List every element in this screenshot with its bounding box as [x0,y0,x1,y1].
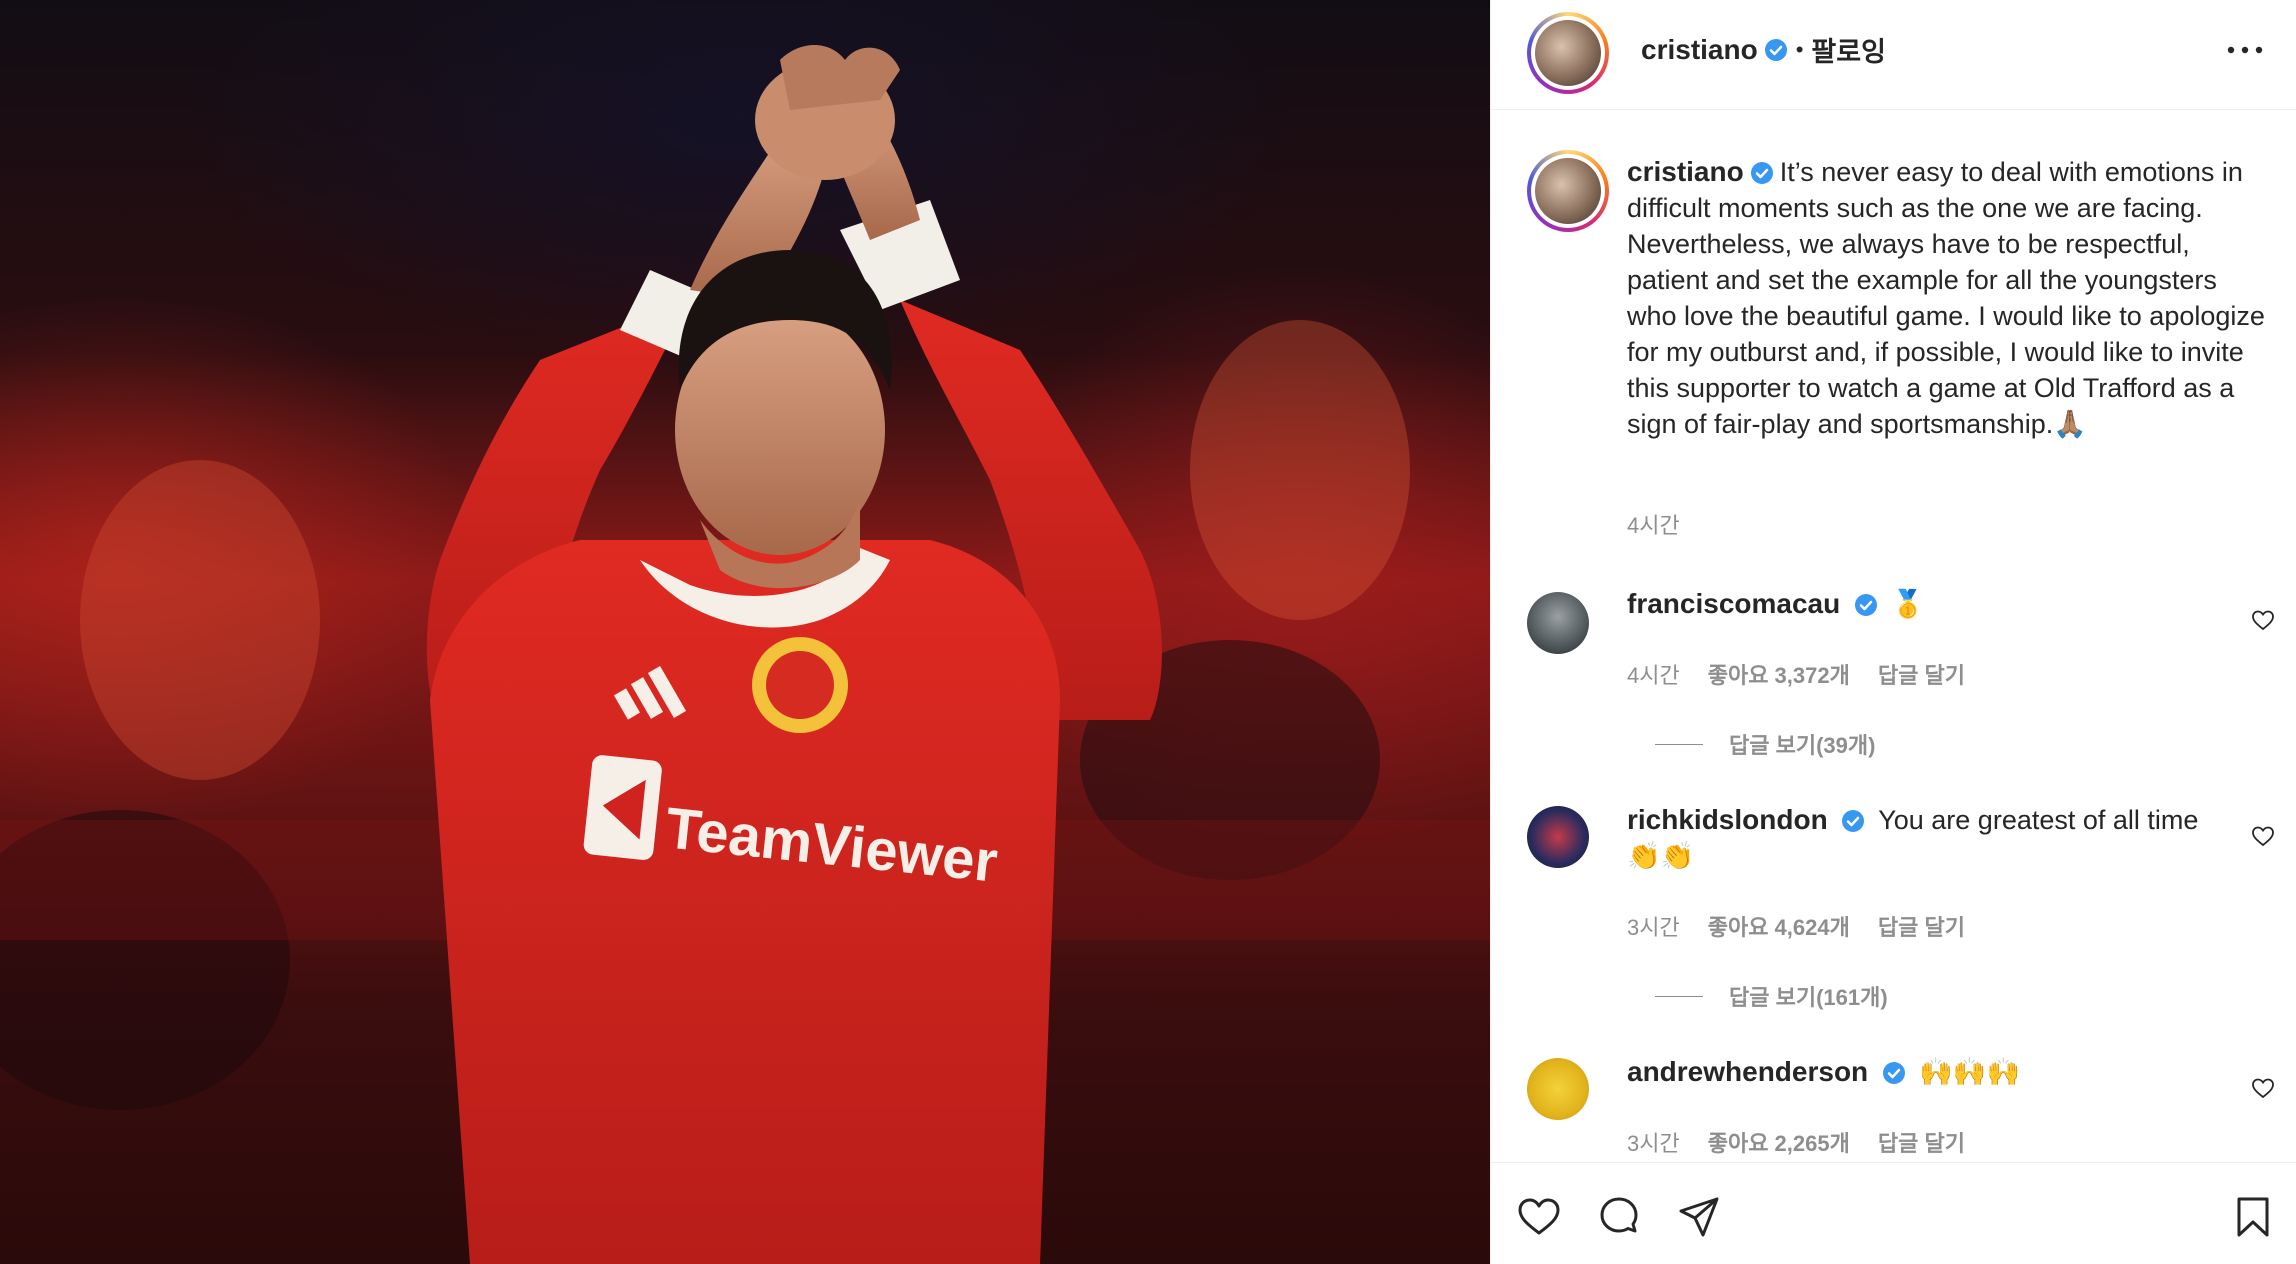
post-timestamp[interactable]: 4시간 [1627,508,1680,540]
caption-text-block: cristiano It’s never easy to deal with e… [1627,154,2267,442]
comment-time[interactable]: 4시간 [1627,658,1680,690]
comment-username[interactable]: andrewhenderson [1627,1056,1868,1087]
verified-badge-icon [1764,38,1787,61]
verified-badge-icon [1882,1062,1905,1084]
player-illustration: TeamViewer [0,45,1490,1264]
author-username[interactable]: cristiano [1641,34,1758,66]
comment-meta: 4시간 좋아요 3,372개 답글 달기 [1627,658,1965,690]
comment-username[interactable]: franciscomacau [1627,588,1840,619]
instagram-post: TeamViewer cristiano • 팔로잉 cristiano It’… [0,0,2296,1264]
view-replies-label: 답글 보기(39개) [1729,733,1876,758]
comment-like-heart-icon[interactable] [2251,1076,2275,1100]
comment-avatar[interactable] [1527,1058,1589,1120]
caption-body: It’s never easy to deal with emotions in… [1627,157,2265,439]
comment-body: franciscomacau 🥇 [1627,586,2217,622]
post-header: cristiano • 팔로잉 [1491,0,2296,110]
comment-avatar[interactable] [1527,592,1589,654]
replies-divider [1655,995,1703,997]
comment-reply-button[interactable]: 답글 달기 [1878,910,1965,942]
comment-likes[interactable]: 좋아요 2,265개 [1708,1126,1850,1158]
view-replies-button[interactable]: 답글 보기(39개) [1655,728,1875,760]
header-separator: • [1795,36,1804,62]
comment-body: andrewhenderson 🙌🙌🙌 [1627,1054,2217,1090]
verified-badge-icon [1854,594,1877,616]
comment-reply-button[interactable]: 답글 달기 [1878,1126,1965,1158]
comment-like-heart-icon[interactable] [2251,608,2275,632]
more-options-icon[interactable] [2225,40,2265,60]
following-button[interactable]: 팔로잉 [1811,30,1886,69]
comment-time[interactable]: 3시간 [1627,910,1680,942]
author-avatar[interactable] [1527,12,1609,94]
comment-reply-button[interactable]: 답글 달기 [1878,658,1965,690]
share-icon[interactable] [1675,1193,1723,1241]
comment-likes[interactable]: 좋아요 3,372개 [1708,658,1850,690]
verified-badge-icon [1750,162,1773,184]
post-action-bar [1491,1162,2296,1264]
comment-meta: 3시간 좋아요 4,624개 답글 달기 [1627,910,1965,942]
comment-like-heart-icon[interactable] [2251,824,2275,848]
caption-username[interactable]: cristiano [1627,156,1744,187]
view-replies-label: 답글 보기(161개) [1729,985,1888,1010]
comment-meta: 3시간 좋아요 2,265개 답글 달기 [1627,1126,1965,1158]
heart-icon[interactable] [1515,1193,1563,1241]
comment-icon[interactable] [1595,1193,1643,1241]
comment-username[interactable]: richkidslondon [1627,804,1828,835]
post-side-panel: cristiano • 팔로잉 cristiano It’s never eas… [1490,0,2296,1264]
comment-text: 🙌🙌🙌 [1919,1057,2021,1087]
comment-likes[interactable]: 좋아요 4,624개 [1708,910,1850,942]
replies-divider [1655,743,1703,745]
bookmark-icon[interactable] [2229,1193,2277,1241]
comment-body: richkidslondon You are greatest of all t… [1627,802,2217,874]
comment-text: 🥇 [1891,589,1925,619]
view-replies-button[interactable]: 답글 보기(161개) [1655,980,1888,1012]
verified-badge-icon [1842,810,1865,832]
caption-avatar[interactable] [1527,150,1609,232]
comment-avatar[interactable] [1527,806,1589,868]
comment-time[interactable]: 3시간 [1627,1126,1680,1158]
post-photo[interactable]: TeamViewer [0,0,1490,1264]
